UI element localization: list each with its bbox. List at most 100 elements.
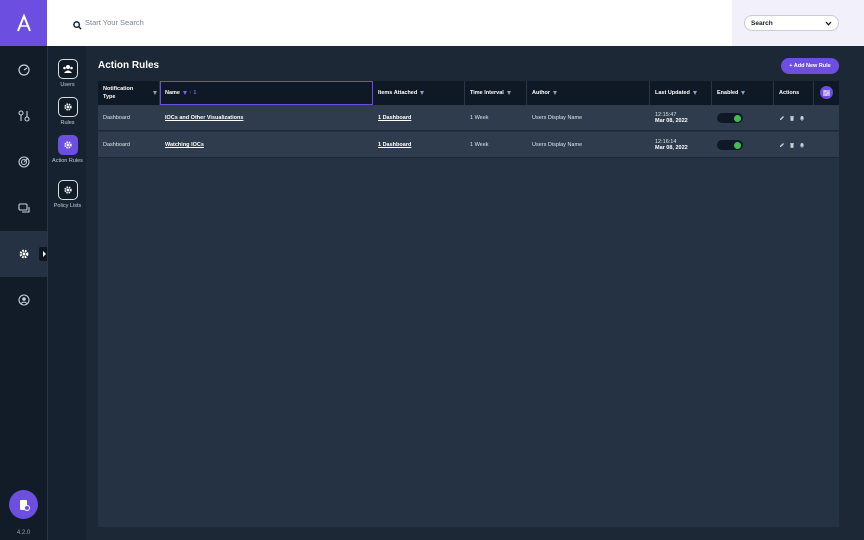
- cell-author: Users Display Name: [532, 142, 583, 148]
- subnav-item-policy-lists[interactable]: Policy Lists: [48, 180, 87, 210]
- chevron-down-icon: [825, 21, 832, 26]
- gear-icon: [63, 103, 72, 111]
- column-header-enabled[interactable]: Enabled: [712, 81, 774, 105]
- rail-item-investigations[interactable]: [0, 93, 47, 139]
- column-header-notification-type[interactable]: Notification Type: [98, 81, 160, 105]
- column-label: Author: [532, 90, 551, 96]
- profile-icon: [17, 294, 30, 306]
- column-header-items-attached[interactable]: Items Attached: [373, 81, 465, 105]
- column-header-author[interactable]: Author: [527, 81, 650, 105]
- investigations-icon: [17, 110, 30, 122]
- subnav-item-action-rules[interactable]: Action Rules: [48, 135, 87, 165]
- cell-actions: [774, 105, 805, 131]
- filter-icon[interactable]: [553, 91, 558, 95]
- dashboard-icon: [17, 64, 30, 76]
- table-header: Notification Type Name ↑ 1 Items Attache…: [98, 81, 839, 105]
- rules-table: Notification Type Name ↑ 1 Items Attache…: [98, 81, 839, 527]
- toggle-knob: [734, 141, 741, 149]
- cell-author: Users Display Name: [532, 115, 583, 121]
- column-header-actions: Actions: [774, 81, 814, 105]
- filter-icon[interactable]: [741, 91, 746, 95]
- column-label: Name: [165, 90, 180, 96]
- app-logo[interactable]: [0, 0, 47, 46]
- cell-enabled: [712, 105, 743, 131]
- notification-bell-icon[interactable]: [799, 115, 805, 121]
- add-new-rule-button[interactable]: + Add New Rule: [781, 58, 839, 74]
- subnav-icon-wrap: [57, 180, 78, 200]
- updated-date: Mar 08, 2022: [655, 118, 688, 124]
- rail-item-profile[interactable]: [0, 277, 47, 323]
- subnav-item-users[interactable]: Users: [48, 59, 87, 89]
- search-scope-value: Search: [751, 19, 773, 27]
- column-settings-button[interactable]: [820, 86, 833, 99]
- gear-icon: [63, 186, 72, 194]
- left-rail: 4.2.0: [0, 0, 49, 540]
- column-label: Time Interval: [470, 90, 504, 96]
- delete-trash-icon[interactable]: [789, 142, 795, 148]
- settings-icon: [19, 249, 28, 259]
- cell-notification-type: Dashboard: [103, 142, 130, 148]
- document-help-icon: [19, 499, 30, 511]
- table-row[interactable]: Dashboard Watching IOCs 1 Dashboard 1 We…: [98, 132, 839, 158]
- rail-item-chat[interactable]: [0, 185, 47, 231]
- enabled-toggle[interactable]: [717, 113, 743, 123]
- table-row[interactable]: Dashboard IOCs and Other Visualizations …: [98, 105, 839, 131]
- cell-time-interval: 1 Week: [470, 142, 489, 148]
- subnav-icon-wrap: [57, 97, 78, 117]
- search-input[interactable]: [85, 15, 385, 29]
- cell-time-interval: 1 Week: [470, 115, 489, 121]
- filter-icon[interactable]: [420, 91, 425, 95]
- settings-subnav: Users Rules Action Rules Policy Lists: [47, 46, 86, 540]
- toggle-knob: [734, 114, 741, 122]
- search-icon: [73, 17, 83, 30]
- items-attached-link[interactable]: 1 Dashboard: [373, 105, 411, 131]
- updated-date: Mar 08, 2022: [655, 145, 688, 151]
- enabled-toggle[interactable]: [717, 140, 743, 150]
- rule-name-link[interactable]: Watching IOCs: [160, 132, 204, 158]
- users-icon: [62, 65, 73, 73]
- filter-icon[interactable]: [153, 91, 157, 95]
- cell-notification-type: Dashboard: [103, 115, 130, 121]
- chat-icon: [17, 203, 30, 213]
- subnav-icon-wrap: [57, 59, 78, 79]
- edit-pencil-icon[interactable]: [779, 142, 785, 148]
- sort-ascending-icon[interactable]: ↑: [189, 90, 192, 96]
- subnav-icon-wrap: [57, 135, 78, 155]
- items-attached-link[interactable]: 1 Dashboard: [373, 132, 411, 158]
- filter-icon[interactable]: [182, 91, 187, 95]
- version-label: 4.2.0: [16, 530, 31, 536]
- filter-icon[interactable]: [692, 91, 697, 95]
- sort-priority-label: 1: [193, 90, 197, 96]
- rail-item-radar[interactable]: [0, 139, 47, 185]
- column-label: Notification Type: [103, 86, 134, 100]
- top-bar: Search: [47, 0, 864, 46]
- column-header-name[interactable]: Name ↑ 1: [160, 81, 373, 105]
- delete-trash-icon[interactable]: [789, 115, 795, 121]
- help-button[interactable]: [9, 490, 38, 519]
- logo-icon: [16, 14, 31, 32]
- column-header-time-interval[interactable]: Time Interval: [465, 81, 527, 105]
- subnav-label: Users: [60, 82, 75, 88]
- page-title: Action Rules: [98, 60, 160, 71]
- cell-enabled: [712, 132, 743, 158]
- column-label: Enabled: [717, 90, 739, 96]
- column-label: Last Updated: [655, 90, 690, 96]
- notification-bell-icon[interactable]: [799, 142, 805, 148]
- sliders-icon: [823, 89, 830, 96]
- filter-icon[interactable]: [506, 91, 511, 95]
- chevron-right-icon: [42, 251, 46, 257]
- cell-last-updated: 12:15:47 Mar 08, 2022: [650, 105, 688, 131]
- subnav-label: Action Rules: [52, 158, 83, 164]
- edit-pencil-icon[interactable]: [779, 115, 785, 121]
- column-header-last-updated[interactable]: Last Updated: [650, 81, 712, 105]
- search-scope-select[interactable]: Search: [744, 15, 839, 31]
- subnav-label: Policy Lists: [53, 203, 82, 209]
- column-label: Actions: [779, 90, 800, 96]
- subnav-label: Rules: [60, 120, 75, 126]
- gear-icon: [63, 141, 72, 149]
- rule-name-link[interactable]: IOCs and Other Visualizations: [160, 105, 243, 131]
- column-label: Items Attached: [378, 90, 418, 96]
- rail-item-dashboard[interactable]: [0, 47, 47, 93]
- radar-icon: [17, 156, 30, 168]
- subnav-item-rules[interactable]: Rules: [48, 97, 87, 127]
